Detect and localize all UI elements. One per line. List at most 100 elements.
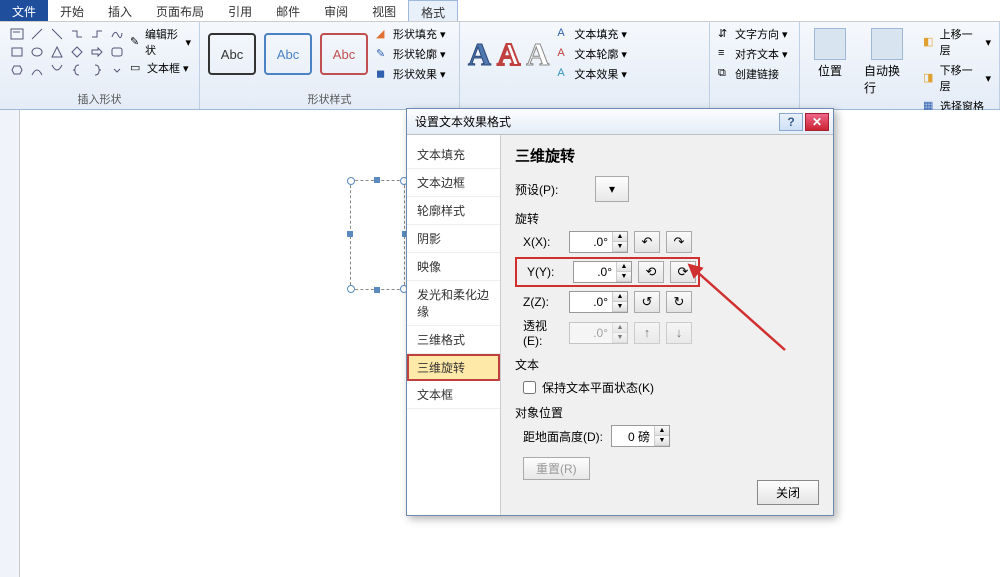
y-rotate-right-button[interactable]: ⟳ xyxy=(670,261,696,283)
wordart-style-3[interactable]: A xyxy=(526,36,549,73)
nav-text-border[interactable]: 文本边框 xyxy=(407,169,500,197)
shape-curve2-icon[interactable] xyxy=(48,62,66,78)
nav-outline-style[interactable]: 轮廓样式 xyxy=(407,197,500,225)
shape-textbox-icon[interactable] xyxy=(8,26,26,42)
edit-shape-button[interactable]: ✎编辑形状 ▾ xyxy=(130,26,191,58)
shape-effects-button[interactable]: ◼形状效果 ▾ xyxy=(376,66,446,82)
z-rotate-ccw-button[interactable]: ↺ xyxy=(634,291,660,313)
shape-hexagon-icon[interactable] xyxy=(8,62,26,78)
resize-handle-ml[interactable] xyxy=(347,231,353,237)
nav-glow[interactable]: 发光和柔化边缘 xyxy=(407,281,500,326)
dialog-help-button[interactable]: ? xyxy=(779,113,803,131)
send-backward-button[interactable]: ◨下移一层 ▾ xyxy=(923,62,991,94)
align-text-button[interactable]: ≡对齐文本 ▾ xyxy=(718,46,791,62)
shape-style-1[interactable]: Abc xyxy=(208,33,256,75)
shape-more-icon[interactable] xyxy=(108,62,126,78)
tab-file[interactable]: 文件 xyxy=(0,0,48,21)
y-rotation-spinner[interactable]: ▲▼ xyxy=(573,261,632,283)
resize-handle-mt[interactable] xyxy=(374,177,380,183)
text-effects-icon: A xyxy=(557,67,571,81)
nav-3d-rotation[interactable]: 三维旋转 xyxy=(407,354,500,381)
x-rotation-input[interactable] xyxy=(570,235,612,249)
shapes-gallery[interactable] xyxy=(8,26,126,78)
dialog-close-button[interactable]: ✕ xyxy=(805,113,829,131)
text-direction-button[interactable]: ⇵文字方向 ▾ xyxy=(718,26,791,42)
group-arrange: 位置 自动换行 ◧上移一层 ▾ ◨下移一层 ▾ ▦选择窗格 排列 xyxy=(800,22,1000,109)
tab-review[interactable]: 审阅 xyxy=(312,0,360,21)
close-button[interactable]: 关闭 xyxy=(757,480,819,505)
z-spin-up[interactable]: ▲ xyxy=(613,292,627,302)
wordart-style-2[interactable]: A xyxy=(497,36,520,73)
shape-brace2-icon[interactable] xyxy=(88,62,106,78)
selected-textbox[interactable] xyxy=(350,180,405,290)
x-rotation-spinner[interactable]: ▲▼ xyxy=(569,231,628,253)
shape-connector2-icon[interactable] xyxy=(88,26,106,42)
z-rotate-cw-button[interactable]: ↻ xyxy=(666,291,692,313)
group-label-insert-shapes: 插入形状 xyxy=(8,89,191,107)
shape-outline-button[interactable]: ✎形状轮廓 ▾ xyxy=(376,46,446,62)
tab-home[interactable]: 开始 xyxy=(48,0,96,21)
distance-input[interactable] xyxy=(612,429,654,443)
dist-spin-up[interactable]: ▲ xyxy=(655,426,669,436)
nav-reflection[interactable]: 映像 xyxy=(407,253,500,281)
shape-diamond-icon[interactable] xyxy=(68,44,86,60)
resize-handle-mb[interactable] xyxy=(374,287,380,293)
text-box-button[interactable]: ▭文本框 ▾ xyxy=(130,60,191,76)
x-spin-down[interactable]: ▼ xyxy=(613,242,627,252)
shape-line-icon[interactable] xyxy=(28,26,46,42)
dialog-content: 三维旋转 预设(P): ▾ 旋转 X(X): ▲▼ ↶ ↷ Y(Y): xyxy=(501,135,833,515)
z-rotation-input[interactable] xyxy=(570,295,612,309)
tab-references[interactable]: 引用 xyxy=(216,0,264,21)
group-wordart-styles: A A A A文本填充 ▾ A文本轮廓 ▾ A文本效果 ▾ xyxy=(460,22,710,109)
shape-brace-icon[interactable] xyxy=(68,62,86,78)
y-spin-down[interactable]: ▼ xyxy=(617,272,631,282)
tab-format[interactable]: 格式 xyxy=(408,0,458,21)
shape-ellipse-icon[interactable] xyxy=(28,44,46,60)
create-link-button[interactable]: ⧉创建链接 xyxy=(718,66,791,82)
shape-connector-icon[interactable] xyxy=(68,26,86,42)
z-rotation-spinner[interactable]: ▲▼ xyxy=(569,291,628,313)
shape-freeform-icon[interactable] xyxy=(108,26,126,42)
nav-text-fill[interactable]: 文本填充 xyxy=(407,141,500,169)
group-shape-styles: Abc Abc Abc ◢形状填充 ▾ ✎形状轮廓 ▾ ◼形状效果 ▾ 形状样式 xyxy=(200,22,460,109)
preset-dropdown[interactable]: ▾ xyxy=(595,176,629,202)
y-rotation-input[interactable] xyxy=(574,265,616,279)
shape-fill-button[interactable]: ◢形状填充 ▾ xyxy=(376,26,446,42)
distance-spinner[interactable]: ▲▼ xyxy=(611,425,670,447)
tab-insert[interactable]: 插入 xyxy=(96,0,144,21)
nav-textbox[interactable]: 文本框 xyxy=(407,381,500,409)
shape-style-3[interactable]: Abc xyxy=(320,33,368,75)
tab-layout[interactable]: 页面布局 xyxy=(144,0,216,21)
dist-spin-down[interactable]: ▼ xyxy=(655,436,669,446)
tab-view[interactable]: 视图 xyxy=(360,0,408,21)
shape-roundrect-icon[interactable] xyxy=(108,44,126,60)
text-outline-icon: A xyxy=(557,47,571,61)
text-fill-button[interactable]: A文本填充 ▾ xyxy=(557,26,627,42)
tab-mail[interactable]: 邮件 xyxy=(264,0,312,21)
text-effects-button[interactable]: A文本效果 ▾ xyxy=(557,66,627,82)
nav-3d-format[interactable]: 三维格式 xyxy=(407,326,500,354)
shape-rect-icon[interactable] xyxy=(8,44,26,60)
y-rotate-left-button[interactable]: ⟲ xyxy=(638,261,664,283)
keep-flat-checkbox[interactable] xyxy=(523,381,536,394)
x-rotate-left-button[interactable]: ↶ xyxy=(634,231,660,253)
x-spin-up[interactable]: ▲ xyxy=(613,232,627,242)
bring-forward-button[interactable]: ◧上移一层 ▾ xyxy=(923,26,991,58)
shape-curve-icon[interactable] xyxy=(28,62,46,78)
shape-style-2[interactable]: Abc xyxy=(264,33,312,75)
wordart-style-1[interactable]: A xyxy=(468,36,491,73)
position-button[interactable]: 位置 xyxy=(808,26,852,114)
nav-shadow[interactable]: 阴影 xyxy=(407,225,500,253)
shape-arrow-icon[interactable] xyxy=(88,44,106,60)
text-outline-button[interactable]: A文本轮廓 ▾ xyxy=(557,46,627,62)
y-spin-up[interactable]: ▲ xyxy=(617,262,631,272)
resize-handle-bl[interactable] xyxy=(347,285,355,293)
x-rotate-right-button[interactable]: ↷ xyxy=(666,231,692,253)
shape-triangle-icon[interactable] xyxy=(48,44,66,60)
shape-line2-icon[interactable] xyxy=(48,26,66,42)
z-spin-down[interactable]: ▼ xyxy=(613,302,627,312)
group-text: ⇵文字方向 ▾ ≡对齐文本 ▾ ⧉创建链接 xyxy=(710,22,800,109)
wrap-text-button[interactable]: 自动换行 xyxy=(858,26,917,114)
resize-handle-tl[interactable] xyxy=(347,177,355,185)
dialog-titlebar[interactable]: 设置文本效果格式 ? ✕ xyxy=(407,109,833,135)
